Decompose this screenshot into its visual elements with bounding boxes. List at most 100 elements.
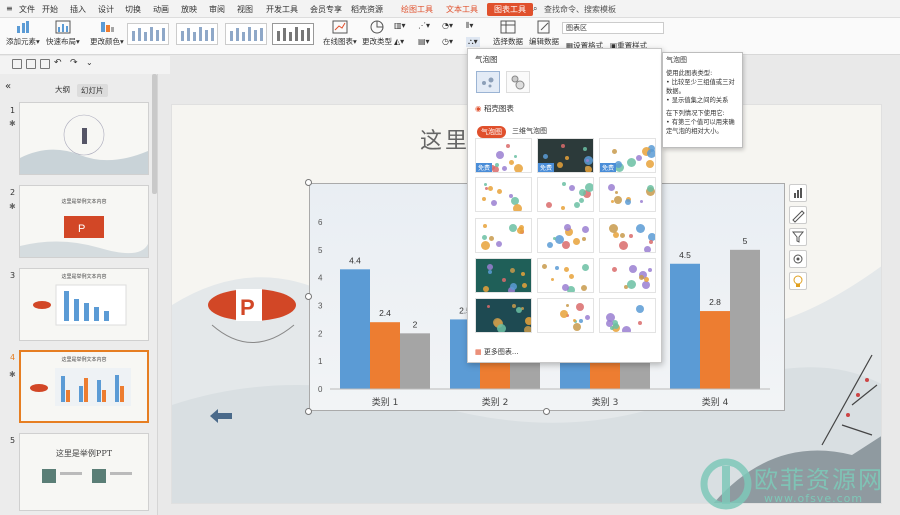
line-chart-type-button[interactable]: ⋰▾ <box>418 21 430 30</box>
combo-chart-type-button[interactable]: ▤▾ <box>418 37 430 46</box>
panel-scrollbar[interactable] <box>152 74 157 194</box>
bubble-mark <box>639 199 643 203</box>
resize-handle[interactable] <box>305 179 312 186</box>
menu-file[interactable]: 文件 <box>19 4 35 15</box>
print-preview-icon[interactable] <box>40 59 50 69</box>
customize-qat-icon[interactable]: ⌄ <box>86 58 96 68</box>
tab-bubble[interactable]: 气泡图 <box>477 126 506 138</box>
pie-chart-type-button[interactable]: ◔▾ <box>442 21 453 30</box>
3d-bubble-chart-option[interactable] <box>506 71 530 93</box>
bubble-chart-option[interactable] <box>476 71 500 93</box>
print-icon[interactable] <box>26 59 36 69</box>
bubble-template-thumbnail[interactable] <box>475 298 532 333</box>
chart-filter-icon[interactable] <box>789 228 807 246</box>
bubble-mark <box>580 284 587 291</box>
slide-thumbnail-2[interactable]: 这里是举例文本内容 P <box>19 185 149 258</box>
collapse-panel-icon[interactable]: « <box>5 81 11 92</box>
menu-developer[interactable]: 开发工具 <box>266 4 298 15</box>
bubble-template-thumbnail[interactable] <box>599 258 656 293</box>
bar-chart-type-button[interactable]: ▥▾ <box>394 21 406 30</box>
menu-member[interactable]: 会员专享 <box>310 4 342 15</box>
bubble-template-thumbnail[interactable] <box>475 177 532 212</box>
bubble-template-thumbnail[interactable] <box>537 218 594 253</box>
change-color-button[interactable]: 更改颜色▾ <box>90 20 124 47</box>
menu-insert[interactable]: 插入 <box>70 4 86 15</box>
change-type-button[interactable]: 更改类型 <box>362 20 392 47</box>
bubble-mark <box>491 166 499 172</box>
redo-icon[interactable]: ↷ <box>70 58 80 68</box>
ink-landscape-image <box>20 114 148 174</box>
bubble-template-thumbnail[interactable] <box>537 298 594 333</box>
chart-style-4[interactable] <box>272 23 314 45</box>
area-chart-type-button[interactable]: ◭▾ <box>394 37 404 46</box>
online-chart-button[interactable]: 在线图表▾ <box>323 20 357 47</box>
tab-outline[interactable]: 大纲 <box>55 84 70 95</box>
bubble-mark <box>513 155 517 159</box>
chart-style-pen-icon[interactable] <box>789 206 807 224</box>
scatter-chart-type-button[interactable]: ⛬▾ <box>466 37 480 47</box>
command-search[interactable]: 查找命令、搜索模板 <box>544 4 616 15</box>
tooltip-line: • 比较至少三组值或三对数据。 <box>666 79 735 95</box>
chart-elements-icon[interactable] <box>789 184 807 202</box>
menu-chart-tools[interactable]: 图表工具 <box>487 3 533 16</box>
save-icon[interactable] <box>12 59 22 69</box>
resize-handle[interactable] <box>305 408 312 415</box>
resize-handle[interactable] <box>543 408 550 415</box>
bubble-template-thumbnail[interactable] <box>599 218 656 253</box>
menu-design[interactable]: 设计 <box>98 4 114 15</box>
slide-thumbnail-3[interactable]: 这里是举例文本内容 <box>19 268 149 341</box>
menu-drawing-tools[interactable]: 绘图工具 <box>401 4 433 15</box>
bubble-mark <box>646 159 655 168</box>
edit-data-label: 编辑数据 <box>529 37 559 46</box>
quick-layout-button[interactable]: 快速布局▾ <box>46 20 80 47</box>
y-tick-label: 0 <box>318 385 323 394</box>
menu-text-tools[interactable]: 文本工具 <box>446 4 478 15</box>
edit-data-button[interactable]: 编辑数据 <box>529 20 559 47</box>
bubble-template-thumbnail[interactable]: 免费 <box>599 138 656 173</box>
bubble-mark <box>637 320 642 325</box>
bubble-template-thumbnail[interactable] <box>537 258 594 293</box>
add-element-button[interactable]: 添加元素▾ <box>6 20 40 47</box>
slide-thumbnail-1[interactable] <box>19 102 149 175</box>
menu-slideshow[interactable]: 放映 <box>181 4 197 15</box>
bubble-mark <box>555 266 560 271</box>
menu-view[interactable]: 视图 <box>237 4 253 15</box>
bubble-template-thumbnail[interactable] <box>599 177 656 212</box>
bar-series-2 <box>700 311 730 389</box>
bubble-mark <box>557 161 564 168</box>
radar-chart-type-button[interactable]: ◷▾ <box>442 37 453 46</box>
chart-style-1[interactable] <box>127 23 169 45</box>
bubble-template-thumbnail[interactable] <box>599 298 656 333</box>
undo-icon[interactable]: ↶ <box>54 58 64 68</box>
slide-thumbnail-4[interactable]: 这里是举例文本内容 <box>19 350 149 423</box>
bubble-template-thumbnail[interactable]: 免费 <box>475 138 532 173</box>
bubble-template-thumbnail[interactable] <box>475 218 532 253</box>
y-tick-label: 5 <box>318 246 323 255</box>
tab-slides[interactable]: 幻灯片 <box>77 84 108 97</box>
chart-style-3[interactable] <box>225 23 267 45</box>
more-charts-link[interactable]: ▦ 更多图表... <box>475 347 519 357</box>
menu-icon[interactable]: ≡ <box>6 4 13 13</box>
menu-home[interactable]: 开始 <box>42 4 58 15</box>
tab-3d-bubble[interactable]: 三维气泡图 <box>512 126 547 136</box>
select-data-button[interactable]: 选择数据 <box>493 20 523 47</box>
bubble-template-thumbnail[interactable]: 免费 <box>537 138 594 173</box>
data-label: 4.5 <box>679 250 691 260</box>
menu-transition[interactable]: 切换 <box>125 4 141 15</box>
bubble-template-thumbnail[interactable] <box>475 258 532 293</box>
resize-handle[interactable] <box>305 293 312 300</box>
chart-settings-gear-icon[interactable] <box>789 250 807 268</box>
chart-tips-bulb-icon[interactable] <box>789 272 807 290</box>
bubble-template-thumbnail[interactable] <box>537 177 594 212</box>
stock-chart-type-button[interactable]: ⫴▾ <box>466 21 473 31</box>
slide-thumbnail-5[interactable]: 这里是举例PPT <box>19 433 149 511</box>
bubble-mark <box>649 239 654 244</box>
search-icon[interactable]: ⌕ <box>533 4 537 14</box>
menu-review[interactable]: 审阅 <box>209 4 225 15</box>
menu-animation[interactable]: 动画 <box>153 4 169 15</box>
chart-area-select[interactable]: 图表区 <box>562 22 664 34</box>
bubble-mark <box>481 196 486 201</box>
menu-docer[interactable]: 稻壳资源 <box>351 4 383 15</box>
back-arrow-icon[interactable] <box>208 407 234 425</box>
chart-style-2[interactable] <box>176 23 218 45</box>
